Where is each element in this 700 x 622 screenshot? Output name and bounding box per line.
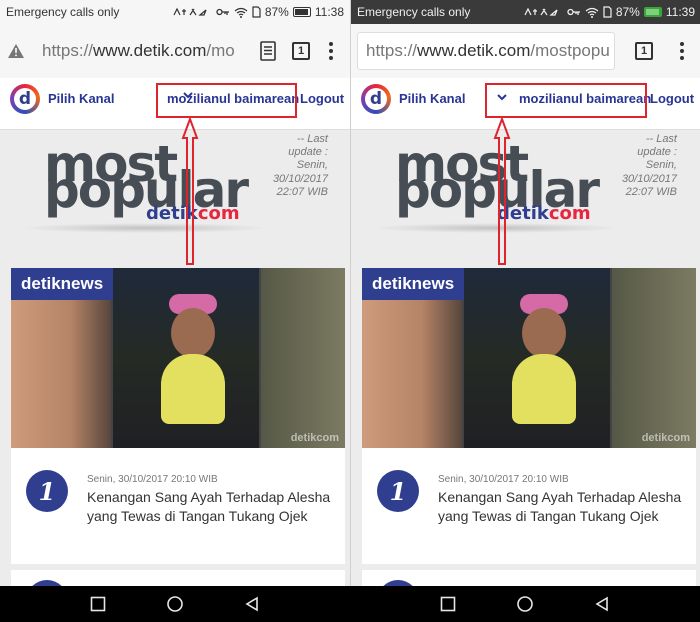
notification-icons xyxy=(523,7,563,17)
rank-badge: 1 xyxy=(26,470,68,512)
tab-switcher-button[interactable]: 1 xyxy=(627,34,661,68)
home-icon[interactable] xyxy=(165,594,185,614)
photo-watermark: detikcom xyxy=(290,432,339,444)
battery-icon xyxy=(643,7,662,17)
item-title-link[interactable]: Kenangan Sang Ayah Terhadap Alesha yang … xyxy=(438,488,686,526)
status-bar: Emergency calls only 87% 11:38 xyxy=(0,0,350,24)
url-path: /mo xyxy=(206,41,235,60)
battery-icon xyxy=(292,7,311,17)
tab-count: 1 xyxy=(635,42,653,60)
tab-switcher-button[interactable]: 1 xyxy=(284,34,318,68)
last-update-line: 22:07 WIB xyxy=(625,185,677,198)
last-update-line: 22:07 WIB xyxy=(276,185,328,198)
battery-percent: 87% xyxy=(615,5,640,19)
url-field[interactable]: https://www.detik.com/mo xyxy=(34,32,252,70)
key-icon xyxy=(216,8,229,16)
browser-toolbar: https://www.detik.com/mostpopu 1 xyxy=(351,24,700,78)
left-screenshot: Emergency calls only 87% 11:38 https://w… xyxy=(0,0,350,586)
annotation-box xyxy=(485,83,647,118)
url-host: www.detik.com xyxy=(93,41,207,60)
last-update-line: 30/10/2017 xyxy=(621,172,677,185)
logout-link[interactable]: Logout xyxy=(300,91,344,106)
tab-count: 1 xyxy=(292,42,310,60)
url-prefix: https:// xyxy=(366,41,418,60)
url-path: /mostpopu xyxy=(530,41,610,60)
logout-link[interactable]: Logout xyxy=(650,91,694,106)
overflow-menu-icon[interactable] xyxy=(318,34,344,68)
news-card[interactable]: detikcom detiknews 1 Senin, 30/10/2017 2… xyxy=(362,268,696,586)
photo-subject xyxy=(522,308,566,358)
item-divider xyxy=(362,564,696,570)
browser-toolbar: https://www.detik.com/mo 1 xyxy=(0,24,350,78)
annotation-arrow-icon xyxy=(181,118,199,265)
brand-com: com xyxy=(548,203,591,224)
pilih-kanal-link[interactable]: Pilih Kanal xyxy=(399,91,465,106)
clock: 11:39 xyxy=(665,5,695,19)
key-icon xyxy=(567,8,580,16)
reader-mode-icon[interactable] xyxy=(252,35,284,67)
photo-subject xyxy=(171,308,215,358)
annotation-arrow-icon xyxy=(493,118,511,265)
last-update-line: update : xyxy=(288,146,328,159)
detik-logo[interactable]: d xyxy=(361,84,391,114)
clock: 11:38 xyxy=(314,5,344,19)
wifi-icon xyxy=(234,7,248,18)
last-update-line: Senin, xyxy=(296,159,328,172)
back-icon[interactable] xyxy=(242,594,262,614)
notification-icons xyxy=(172,7,212,17)
status-right: 87% 11:39 xyxy=(567,5,695,19)
navigation-bar xyxy=(0,586,700,622)
notification-glyphs-icon xyxy=(173,7,207,16)
pilih-kanal-link[interactable]: Pilih Kanal xyxy=(48,91,114,106)
back-icon[interactable] xyxy=(592,594,612,614)
news-card[interactable]: detikcom detiknews 1 Senin, 30/10/2017 2… xyxy=(11,268,345,586)
url-field[interactable]: https://www.detik.com/mostpopu xyxy=(357,32,615,70)
category-badge[interactable]: detiknews xyxy=(11,268,114,300)
last-update-line: update : xyxy=(637,146,677,159)
last-update-line: Senin, xyxy=(645,159,677,172)
wifi-icon xyxy=(585,7,599,18)
rank-badge: 1 xyxy=(377,470,419,512)
battery-percent: 87% xyxy=(264,5,289,19)
last-update-line: -- Last xyxy=(645,133,677,145)
annotation-box xyxy=(156,83,297,118)
notification-glyphs-icon xyxy=(524,7,558,16)
home-icon[interactable] xyxy=(515,594,535,614)
most-popular-banner: most popular detikcom -- Last update : S… xyxy=(351,131,700,266)
recent-apps-icon[interactable] xyxy=(88,594,108,614)
url-prefix: https:// xyxy=(42,41,94,60)
item-date: Senin, 30/10/2017 20:10 WIB xyxy=(87,474,218,485)
item-title-link[interactable]: Kenangan Sang Ayah Terhadap Alesha yang … xyxy=(87,488,335,526)
status-bar: Emergency calls only 87% 11:39 xyxy=(351,0,700,24)
photo-subject-body xyxy=(161,354,225,424)
photo-subject-body xyxy=(512,354,576,424)
status-right: 87% 11:38 xyxy=(216,5,344,19)
sim-icon xyxy=(603,6,612,18)
carrier-status: Emergency calls only xyxy=(357,5,471,19)
last-update-line: -- Last xyxy=(296,133,328,145)
overflow-menu-icon[interactable] xyxy=(669,34,695,68)
photo-watermark: detikcom xyxy=(641,432,690,444)
sim-icon xyxy=(252,6,261,18)
url-host: www.detik.com xyxy=(417,41,531,60)
last-update: -- Last update : Senin, 30/10/2017 22:07… xyxy=(240,133,328,199)
detik-logo[interactable]: d xyxy=(10,84,40,114)
most-popular-banner: most popular detikcom -- Last update : S… xyxy=(0,131,350,266)
banner-shadow xyxy=(20,223,270,233)
category-badge[interactable]: detiknews xyxy=(362,268,465,300)
recent-apps-icon[interactable] xyxy=(438,594,458,614)
carrier-status: Emergency calls only xyxy=(6,5,120,19)
item-divider xyxy=(11,564,345,570)
screenshot-comparison: Emergency calls only 87% 11:38 https://w… xyxy=(0,0,700,622)
last-update-line: 30/10/2017 xyxy=(272,172,328,185)
brand-com: com xyxy=(197,203,240,224)
right-screenshot: Emergency calls only 87% 11:39 https://w… xyxy=(351,0,700,586)
item-date: Senin, 30/10/2017 20:10 WIB xyxy=(438,474,569,485)
last-update: -- Last update : Senin, 30/10/2017 22:07… xyxy=(589,133,677,199)
warning-icon[interactable] xyxy=(6,41,26,61)
